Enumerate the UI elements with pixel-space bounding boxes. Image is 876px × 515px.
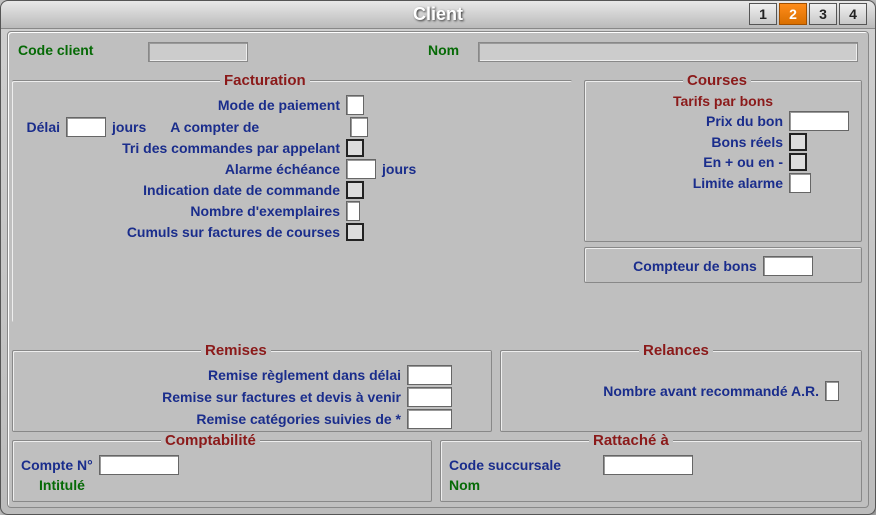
mode-paiement-input[interactable] <box>346 95 364 115</box>
nom-field <box>478 42 858 62</box>
tarifs-bons-label: Tarifs par bons <box>593 93 853 109</box>
remise-reglement-label: Remise règlement dans délai <box>21 367 401 383</box>
tab-2[interactable]: 2 <box>779 3 807 25</box>
cumuls-label: Cumuls sur factures de courses <box>20 224 340 240</box>
courses-legend: Courses <box>683 72 751 89</box>
nb-exemplaires-input[interactable] <box>346 201 360 221</box>
en-plus-moins-label: En + ou en - <box>593 154 783 170</box>
page-tabs: 1 2 3 4 <box>749 3 867 25</box>
prix-bon-input[interactable] <box>789 111 849 131</box>
tri-appelant-label: Tri des commandes par appelant <box>20 140 340 156</box>
remise-categories-input[interactable] <box>407 409 452 429</box>
code-succursale-input[interactable] <box>603 455 693 475</box>
facturation-legend: Facturation <box>220 72 310 89</box>
cumuls-checkbox[interactable] <box>346 223 364 241</box>
remise-reglement-input[interactable] <box>407 365 452 385</box>
prix-bon-label: Prix du bon <box>593 113 783 129</box>
nom-label: Nom <box>428 42 459 58</box>
delai-label: Délai <box>20 119 60 135</box>
nb-exemplaires-label: Nombre d'exemplaires <box>20 203 340 219</box>
compteur-box: Compteur de bons <box>584 247 862 283</box>
rattache-nom-label: Nom <box>449 477 480 493</box>
jours2-label: jours <box>382 161 416 177</box>
delai-input[interactable] <box>66 117 106 137</box>
facturation-box: Facturation Mode de paiement Délai jours… <box>12 72 572 322</box>
remise-factures-label: Remise sur factures et devis à venir <box>21 389 401 405</box>
a-compter-de-label: A compter de <box>170 119 259 135</box>
intitule-label: Intitulé <box>39 477 85 493</box>
compteur-bons-label: Compteur de bons <box>633 258 757 274</box>
indication-date-label: Indication date de commande <box>20 182 340 198</box>
compte-no-input[interactable] <box>99 455 179 475</box>
jours-label: jours <box>112 119 146 135</box>
titlebar: Client 1 2 3 4 <box>1 1 875 29</box>
alarme-echeance-input[interactable] <box>346 159 376 179</box>
nb-avant-ar-input[interactable] <box>825 381 839 401</box>
remise-categories-label: Remise catégories suivies de * <box>21 411 401 427</box>
remises-box: Remises Remise règlement dans délai Remi… <box>12 342 492 432</box>
compte-no-label: Compte N° <box>21 457 93 473</box>
tri-appelant-checkbox[interactable] <box>346 139 364 157</box>
courses-box: Courses Tarifs par bons Prix du bon Bons… <box>584 72 862 242</box>
limite-alarme-input[interactable] <box>789 173 811 193</box>
a-compter-de-input[interactable] <box>350 117 368 137</box>
nb-avant-ar-label: Nombre avant recommandé A.R. <box>509 383 819 399</box>
relances-legend: Relances <box>639 342 713 359</box>
comptabilite-legend: Comptabilité <box>161 432 260 449</box>
tab-1[interactable]: 1 <box>749 3 777 25</box>
code-client-label: Code client <box>18 42 93 58</box>
alarme-echeance-label: Alarme échéance <box>20 161 340 177</box>
window-title: Client <box>413 4 463 25</box>
en-plus-moins-checkbox[interactable] <box>789 153 807 171</box>
tab-4[interactable]: 4 <box>839 3 867 25</box>
mode-paiement-label: Mode de paiement <box>20 97 340 113</box>
compteur-bons-input[interactable] <box>763 256 813 276</box>
limite-alarme-label: Limite alarme <box>593 175 783 191</box>
rattache-legend: Rattaché à <box>589 432 673 449</box>
remise-factures-input[interactable] <box>407 387 452 407</box>
tab-3[interactable]: 3 <box>809 3 837 25</box>
bons-reels-checkbox[interactable] <box>789 133 807 151</box>
rattache-box: Rattaché à Code succursale Nom <box>440 432 862 502</box>
comptabilite-box: Comptabilité Compte N° Intitulé <box>12 432 432 502</box>
relances-box: Relances Nombre avant recommandé A.R. <box>500 342 862 432</box>
indication-date-checkbox[interactable] <box>346 181 364 199</box>
content-panel: Code client Nom Facturation Mode de paie… <box>7 31 869 508</box>
code-succursale-label: Code succursale <box>449 457 561 473</box>
bons-reels-label: Bons réels <box>593 134 783 150</box>
code-client-field <box>148 42 248 62</box>
client-window: Client 1 2 3 4 Code client Nom Facturati… <box>0 0 876 515</box>
remises-legend: Remises <box>201 342 271 359</box>
